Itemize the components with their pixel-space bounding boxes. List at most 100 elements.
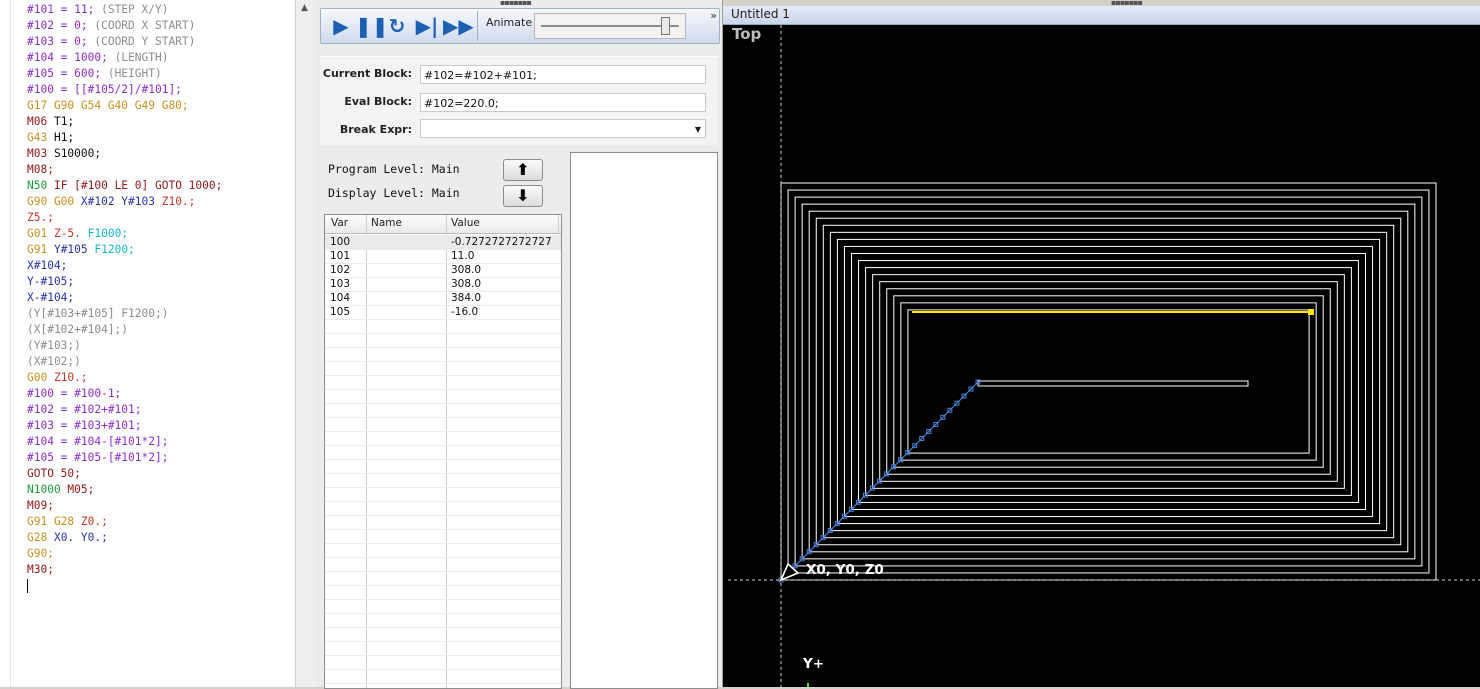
table-row[interactable]: 102 308.0 [325,263,561,278]
code-line[interactable]: #105 = 600; (HEIGHT) [27,66,222,82]
table-row-empty[interactable] [325,571,561,586]
variables-table[interactable]: Var Name Value 100 -0.7272727272727 101 11.… [324,214,562,689]
code-line[interactable]: M30; [27,562,222,578]
table-row-empty[interactable] [325,389,561,404]
code-line[interactable]: M06 T1; [27,114,222,130]
code-line[interactable]: G43 H1; [27,130,222,146]
code-line[interactable]: (X#102;) [27,354,222,370]
code-line[interactable]: #105 = #105-[#101*2]; [27,450,222,466]
table-row-empty[interactable] [325,319,561,334]
code-line[interactable]: #100 = [[#105/2]/#101]; [27,82,222,98]
code-token: #103 = #103+#101; [27,419,142,432]
code-line[interactable]: G91 Y#105 F1200; [27,242,222,258]
code-editor[interactable]: #101 = 11; (STEP X/Y) #102 = 0; (COORD X … [0,0,296,687]
table-row-empty[interactable] [325,557,561,572]
code-line[interactable]: G00 Z10.; [27,370,222,386]
step-icon[interactable]: ▶| [413,13,441,39]
table-row[interactable]: 100 -0.7272727272727 [325,235,561,250]
table-row-empty[interactable] [325,669,561,684]
code-line[interactable]: G90 G00 X#102 Y#103 Z10.; [27,194,222,210]
table-row[interactable]: 101 11.0 [325,249,561,264]
code-line[interactable]: (Y[#103+#105] F1200;) [27,306,222,322]
table-row-empty[interactable] [325,431,561,446]
viewport-titlebar[interactable]: Untitled 1 [723,6,1480,25]
code-line[interactable]: M03 S10000; [27,146,222,162]
code-line[interactable]: #103 = #103+#101; [27,418,222,434]
watch-panel[interactable] [570,152,718,689]
slider-thumb[interactable] [660,17,670,35]
code-line[interactable]: #103 = 0; (COORD Y START) [27,34,222,50]
code-line[interactable]: #100 = #100-1; [27,386,222,402]
scroll-up-icon[interactable]: ▲ [301,3,308,13]
fast-forward-icon[interactable]: ▶▶ [443,13,474,39]
code-line[interactable]: GOTO 50; [27,466,222,482]
code-line[interactable]: #104 = #104-[#101*2]; [27,434,222,450]
column-header-var[interactable]: Var [331,217,348,229]
code-line[interactable]: N1000 M05; [27,482,222,498]
table-row-empty[interactable] [325,613,561,628]
code-line[interactable] [27,578,222,594]
table-row-empty[interactable] [325,417,561,432]
table-row-empty[interactable] [325,445,561,460]
toolpath-canvas[interactable] [728,25,1480,687]
code-line[interactable]: G91 G28 Z0.; [27,514,222,530]
code-line[interactable]: #102 = 0; (COORD X START) [27,18,222,34]
current-block-field[interactable]: #102=#102+#101; [420,65,706,84]
table-row-empty[interactable] [325,473,561,488]
level-down-button[interactable]: ⬇ [503,185,543,207]
chevron-down-icon[interactable]: ▼ [695,120,701,139]
editor-scrollbar[interactable]: ▲ [295,0,316,687]
viewport-grip-icon[interactable]: ▪▪▪▪▪▪▪ [1111,0,1143,7]
table-row-empty[interactable] [325,333,561,348]
code-line[interactable]: M09; [27,498,222,514]
table-row-empty[interactable] [325,361,561,376]
panel-grip-icon[interactable]: ▪▪▪▪▪▪▪ [500,0,532,7]
table-row-empty[interactable] [325,487,561,502]
animate-speed-slider[interactable] [534,13,686,39]
pause-icon[interactable]: ❚❚ [355,13,389,39]
code-line[interactable]: #102 = #102+#101; [27,402,222,418]
toolpath-viewport[interactable]: Top X0, Y0, Z0 Y+ [728,25,1480,687]
table-row-empty[interactable] [325,515,561,530]
table-row-empty[interactable] [325,627,561,642]
code-line[interactable]: G17 G90 G54 G40 G49 G80; [27,98,222,114]
eval-block-field[interactable]: #102=220.0; [420,93,706,112]
table-row-empty[interactable] [325,641,561,656]
code-line[interactable]: G01 Z-5. F1000; [27,226,222,242]
code-line[interactable]: X-#104; [27,290,222,306]
code-line[interactable]: G28 X0. Y0.; [27,530,222,546]
table-row-empty[interactable] [325,347,561,362]
table-row-empty[interactable] [325,585,561,600]
table-row-empty[interactable] [325,543,561,558]
play-icon[interactable]: ▶ [327,13,355,39]
table-row-empty[interactable] [325,375,561,390]
table-row[interactable]: 105 -16.0 [325,305,561,320]
table-row-empty[interactable] [325,459,561,474]
table-row-empty[interactable] [325,599,561,614]
column-divider[interactable] [558,215,559,233]
code-line[interactable]: Z5.; [27,210,222,226]
level-up-button[interactable]: ⬆ [503,159,543,181]
table-row-empty[interactable] [325,403,561,418]
column-header-value[interactable]: Value [451,217,480,229]
code-line[interactable]: (X[#102+#104];) [27,322,222,338]
restart-icon[interactable]: ↻ [383,13,411,39]
table-row-empty[interactable] [325,501,561,516]
code-line[interactable]: (Y#103;) [27,338,222,354]
column-header-name[interactable]: Name [371,217,402,229]
program-level-text: Program Level: Main [328,162,460,176]
toolbar-overflow-icon[interactable]: » [710,9,717,22]
code-line[interactable]: N50 IF [#100 LE 0] GOTO 1000; [27,178,222,194]
code-line[interactable]: G90; [27,546,222,562]
code-line[interactable]: X#104; [27,258,222,274]
table-row[interactable]: 103 308.0 [325,277,561,292]
code-lines[interactable]: #101 = 11; (STEP X/Y) #102 = 0; (COORD X … [27,2,222,594]
table-row-empty[interactable] [325,529,561,544]
code-line[interactable]: #104 = 1000; (LENGTH) [27,50,222,66]
code-line[interactable]: #101 = 11; (STEP X/Y) [27,2,222,18]
code-line[interactable]: M08; [27,162,222,178]
break-expr-dropdown[interactable]: ▼ [420,119,706,138]
table-row-empty[interactable] [325,655,561,670]
code-line[interactable]: Y-#105; [27,274,222,290]
table-row[interactable]: 104 384.0 [325,291,561,306]
